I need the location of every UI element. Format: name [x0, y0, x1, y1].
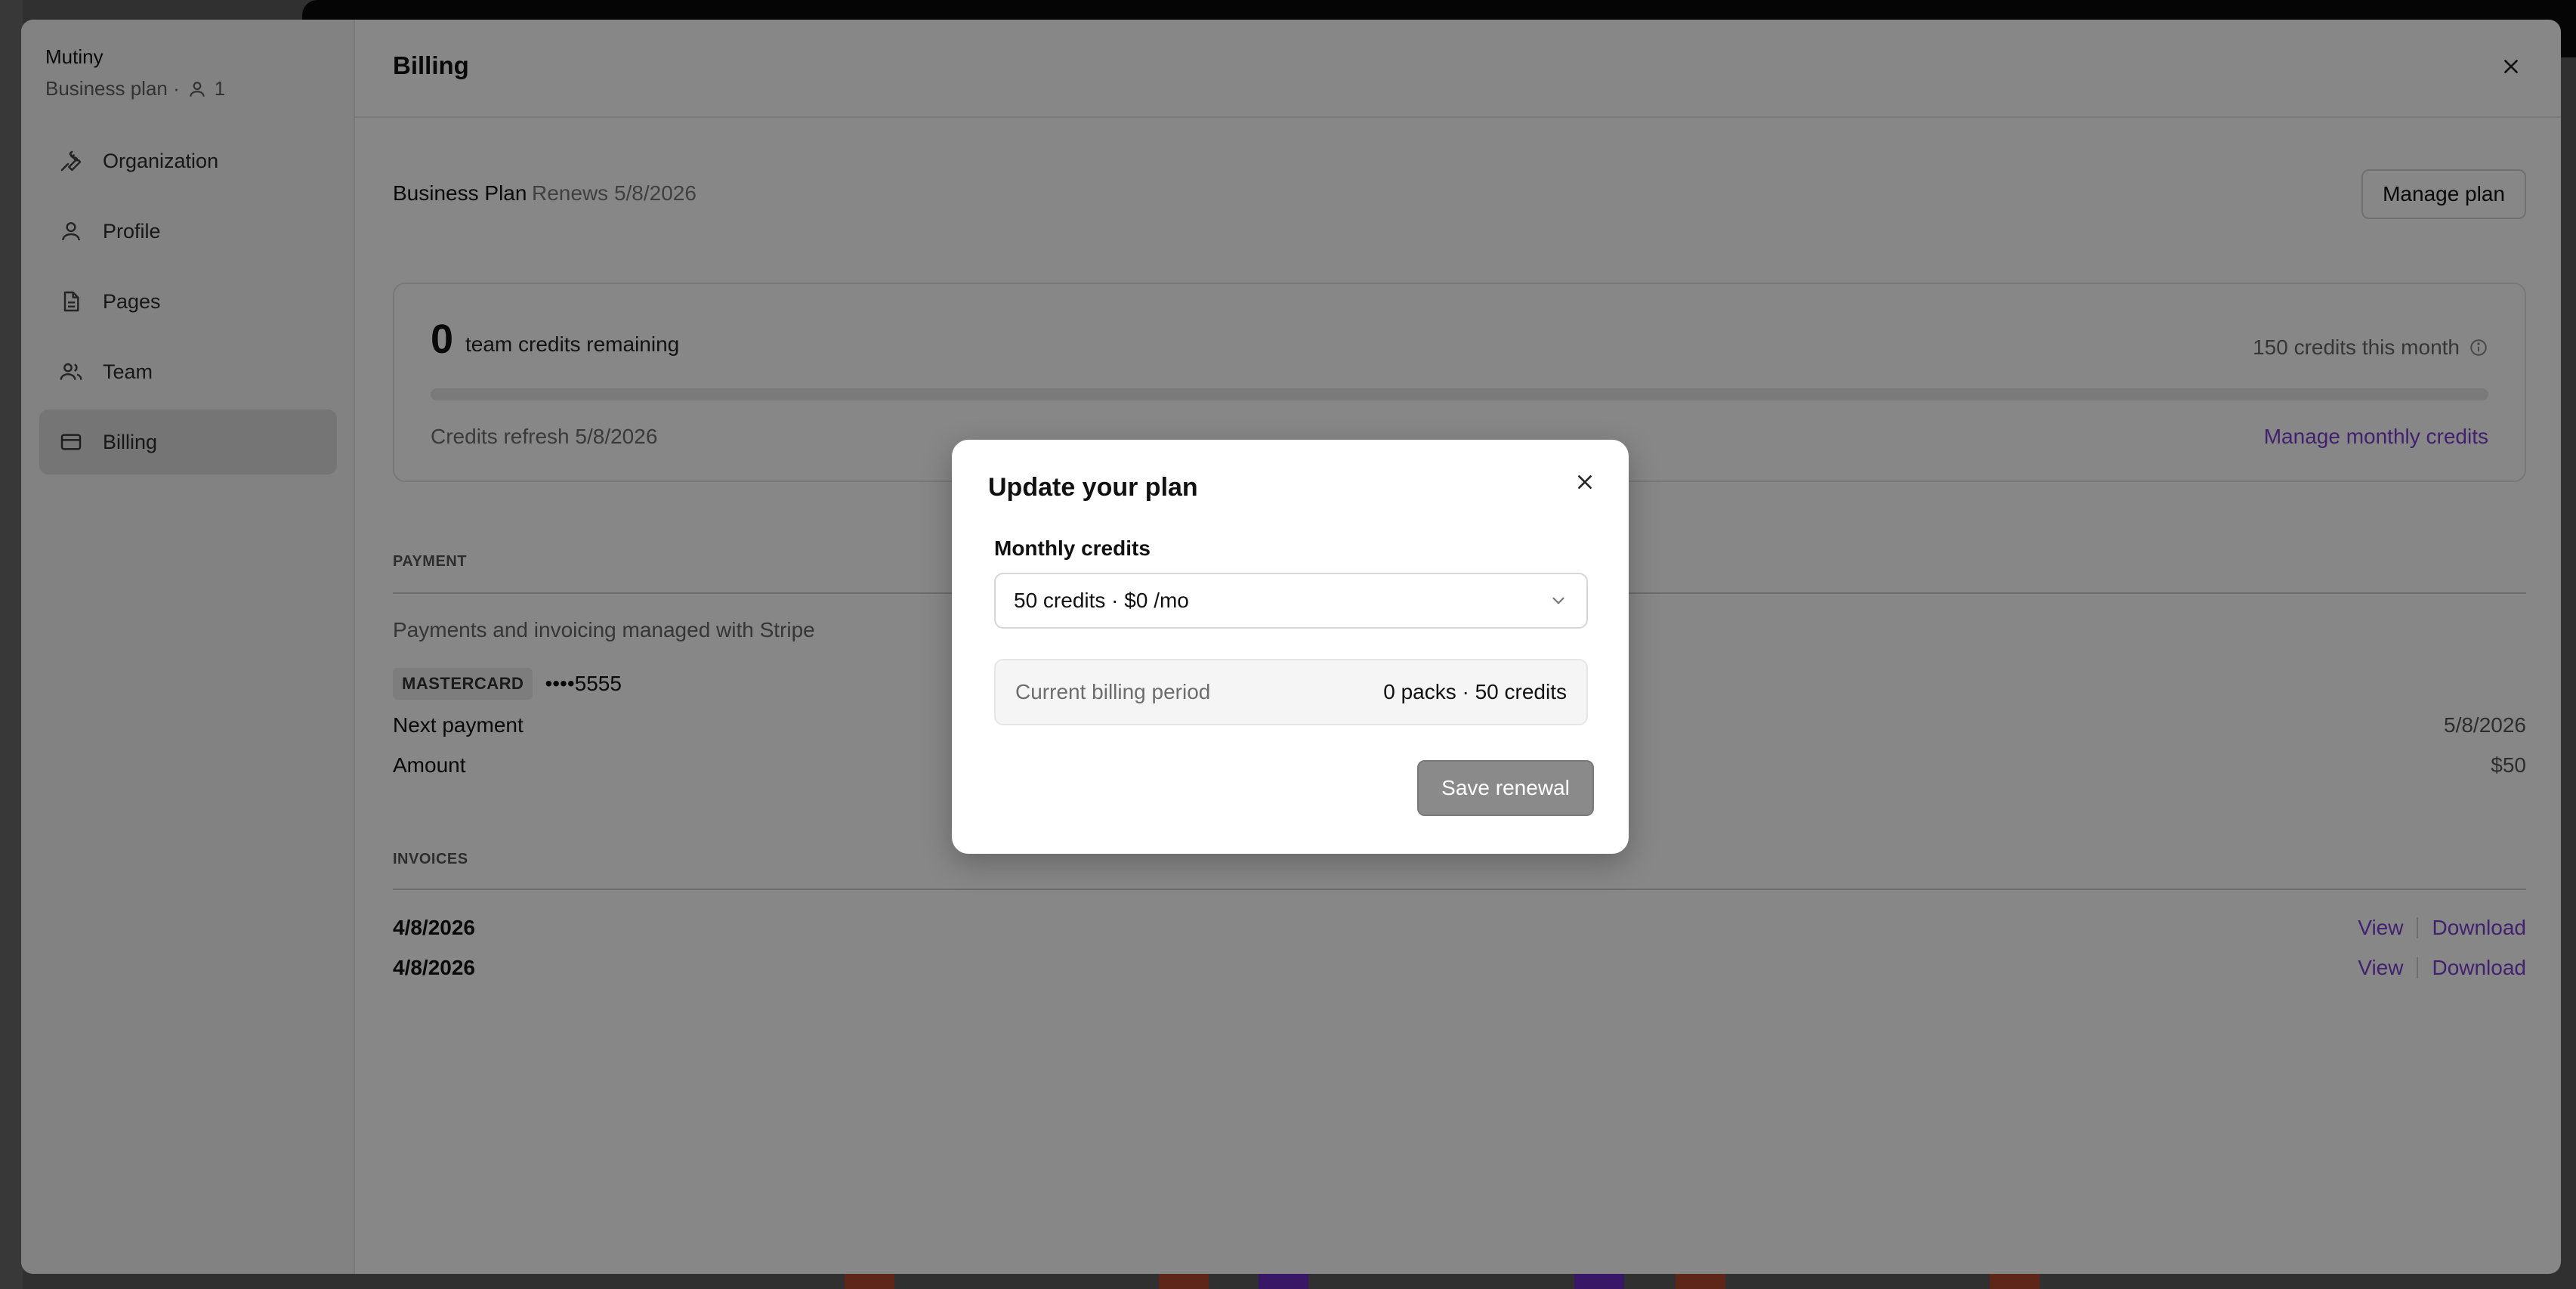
- billing-period-value: 0 packs · 50 credits: [1383, 680, 1567, 703]
- chevron-down-icon: [1552, 597, 1564, 604]
- selected-option: 50 credits · $0 /mo: [1014, 589, 1189, 612]
- close-icon: [1578, 475, 1592, 489]
- modal-title: Update your plan: [988, 473, 1198, 502]
- billing-period-summary: Current billing period 0 packs · 50 cred…: [994, 659, 1588, 725]
- billing-period-label: Current billing period: [1015, 680, 1211, 703]
- monthly-credits-select[interactable]: 50 credits · $0 /mo: [994, 573, 1588, 629]
- modal-close-button[interactable]: [1570, 467, 1600, 497]
- save-renewal-button[interactable]: Save renewal: [1417, 760, 1594, 816]
- update-plan-modal: Update your plan Monthly credits 50 cred…: [952, 440, 1629, 854]
- monthly-credits-label: Monthly credits: [994, 536, 1151, 560]
